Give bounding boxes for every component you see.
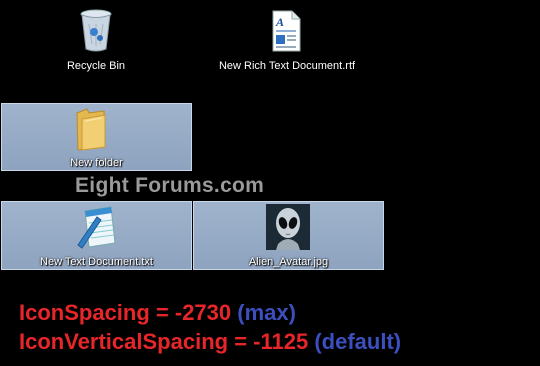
caption-line-1: IconSpacing = -2730 (max) <box>19 300 296 326</box>
icon-label: New Text Document.txt <box>40 256 153 268</box>
icon-spacing-setting: IconSpacing = -2730 <box>19 300 232 325</box>
icon-vertical-spacing-note: (default) <box>314 329 402 354</box>
icon-label: Recycle Bin <box>66 60 126 72</box>
new-folder-item[interactable]: New folder <box>1 103 192 171</box>
watermark-text: Eight Forums.com <box>75 174 265 197</box>
alien-avatar-item[interactable]: Alien_Avatar.jpg <box>193 201 384 270</box>
rtf-document-item[interactable]: A New Rich Text Document.rtf <box>197 6 377 76</box>
caption-line-2: IconVerticalSpacing = -1125 (default) <box>19 329 401 355</box>
folder-icon <box>76 108 106 151</box>
icon-label: New folder <box>70 157 123 169</box>
recycle-bin-item[interactable]: Recycle Bin <box>41 6 151 76</box>
rtf-document-icon: A <box>272 10 301 52</box>
icon-spacing-note: (max) <box>237 300 296 325</box>
notepad-icon <box>77 206 116 249</box>
recycle-bin-icon <box>80 9 112 52</box>
icon-label: New Rich Text Document.rtf <box>218 60 356 72</box>
icon-vertical-spacing-setting: IconVerticalSpacing = -1125 <box>19 329 309 354</box>
alien-avatar-thumbnail <box>266 204 310 250</box>
text-document-item[interactable]: New Text Document.txt <box>1 201 192 270</box>
svg-text:A: A <box>275 15 284 29</box>
icon-label: Alien_Avatar.jpg <box>248 256 329 268</box>
